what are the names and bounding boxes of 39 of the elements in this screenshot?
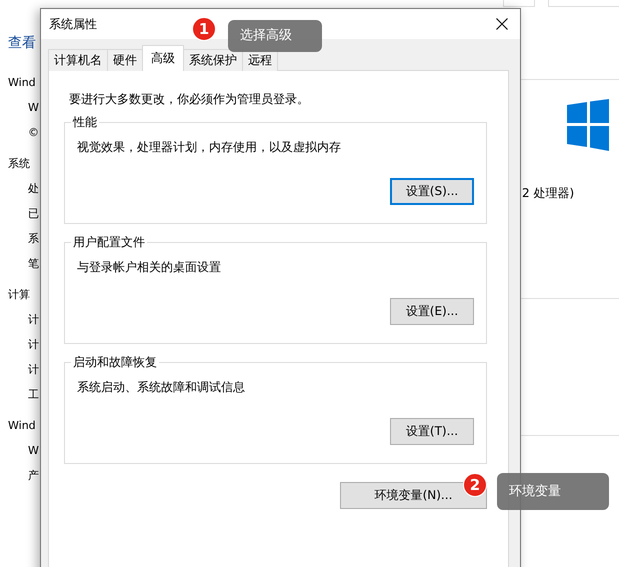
tab[interactable]: 高级 [142, 45, 184, 71]
card-background [503, 0, 535, 7]
callout-tooltip: 选择高级 [228, 20, 322, 52]
close-icon[interactable] [496, 18, 508, 30]
group-title: 性能 [71, 114, 99, 131]
card-background [548, 0, 619, 7]
section-label: 系统 [8, 156, 30, 172]
tab[interactable]: 系统保护 [183, 49, 243, 71]
group-description: 与登录帐户相关的桌面设置 [77, 259, 222, 276]
windows-logo-icon [567, 99, 609, 151]
group-description: 系统启动、系统故障和调试信息 [77, 379, 246, 396]
group-description: 视觉效果，处理器计划，内存使用，以及虚拟内存 [77, 139, 342, 156]
info-label: 工 [28, 387, 39, 403]
group-title: 启动和故障恢复 [71, 354, 159, 371]
section-label: Wind [8, 418, 36, 434]
page-heading: 查看 [8, 34, 36, 53]
info-label: W [28, 443, 39, 459]
processor-text: 2 处理器) [522, 185, 576, 202]
info-label: © [28, 125, 39, 141]
notice-text: 要进行大多数更改，你必须作为管理员登录。 [69, 91, 310, 108]
window-title: 系统属性 [49, 16, 97, 32]
info-label: 计 [28, 337, 39, 353]
settings-button[interactable]: 设置(E)... [390, 298, 474, 325]
callout-tooltip: 环境变量 [497, 473, 609, 510]
tab[interactable]: 硬件 [107, 49, 143, 71]
section-label: Wind [8, 75, 36, 91]
group-title: 用户配置文件 [71, 234, 147, 251]
section-label: 计算 [8, 287, 30, 303]
info-label: 计 [28, 312, 39, 328]
info-label: 系 [28, 231, 39, 247]
info-label: 笔 [28, 256, 39, 272]
settings-button[interactable]: 设置(S)... [390, 178, 474, 205]
info-label: 已 [28, 206, 39, 222]
info-label: W [28, 100, 39, 116]
settings-button[interactable]: 设置(T)... [390, 418, 474, 445]
info-label: 处 [28, 181, 39, 197]
tab[interactable]: 计算机名 [48, 49, 108, 71]
info-label: 计 [28, 362, 39, 378]
info-label: 产 [28, 468, 39, 484]
